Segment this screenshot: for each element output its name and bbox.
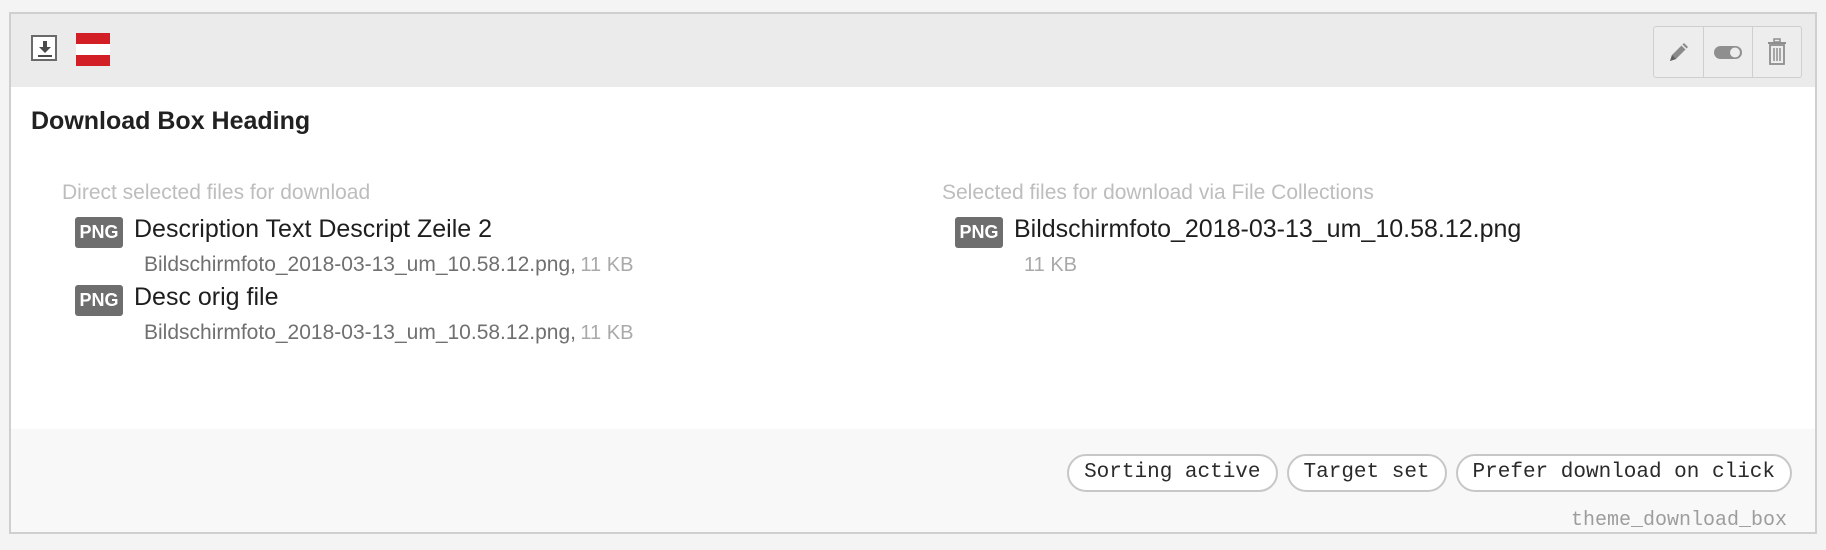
file-item[interactable]: PNG Desc orig file Bildschirmfoto_2018-0… bbox=[62, 281, 633, 357]
content-heading: Download Box Heading bbox=[31, 107, 311, 135]
pencil-icon bbox=[1669, 43, 1688, 61]
file-meta: Bildschirmfoto_2018-03-13_um_10.58.12.pn… bbox=[144, 321, 633, 347]
element-actions bbox=[1653, 26, 1802, 78]
tag-prefer-download: Prefer download on click bbox=[1455, 454, 1792, 492]
file-item[interactable]: PNG Bildschirmfoto_2018-03-13_um_10.58.1… bbox=[942, 213, 1521, 289]
collection-files-title: Selected files for download via File Col… bbox=[942, 181, 1374, 204]
tag-target-set: Target set bbox=[1286, 454, 1447, 492]
austria-flag-icon bbox=[76, 33, 110, 66]
file-meta: Bildschirmfoto_2018-03-13_um_10.58.12.pn… bbox=[144, 253, 633, 279]
tag-sorting-active: Sorting active bbox=[1067, 454, 1278, 492]
content-type-label: theme_download_box bbox=[1570, 509, 1787, 532]
file-title: Description Text Descript Zeile 2 bbox=[134, 215, 493, 243]
content-element-panel: Download Box Heading Direct selected fil… bbox=[9, 12, 1817, 534]
file-name: Bildschirmfoto_2018-03-13_um_10.58.12.pn… bbox=[144, 321, 576, 344]
file-item[interactable]: PNG Description Text Descript Zeile 2 Bi… bbox=[62, 213, 633, 289]
toggle-visibility-button[interactable] bbox=[1703, 27, 1752, 77]
file-size: 11 KB bbox=[580, 254, 634, 276]
file-size: 11 KB bbox=[580, 322, 634, 344]
edit-button[interactable] bbox=[1654, 27, 1703, 77]
file-title: Bildschirmfoto_2018-03-13_um_10.58.12.pn… bbox=[1014, 215, 1522, 243]
panel-header bbox=[11, 14, 1815, 87]
direct-files-title: Direct selected files for download bbox=[62, 181, 371, 204]
setting-tags: Sorting active Target set Prefer downloa… bbox=[1067, 454, 1792, 492]
file-type-badge: PNG bbox=[955, 217, 1003, 248]
delete-button[interactable] bbox=[1752, 27, 1801, 77]
toggle-icon bbox=[1714, 46, 1742, 59]
file-title: Desc orig file bbox=[134, 283, 279, 311]
trash-icon bbox=[1768, 38, 1786, 65]
collection-files-column: Selected files for download via File Col… bbox=[942, 181, 1521, 289]
file-type-badge: PNG bbox=[75, 285, 123, 316]
direct-files-column: Direct selected files for download PNG D… bbox=[62, 181, 633, 357]
file-type-badge: PNG bbox=[75, 217, 123, 248]
file-name: Bildschirmfoto_2018-03-13_um_10.58.12.pn… bbox=[144, 253, 576, 276]
file-meta: 11 KB bbox=[1024, 253, 1077, 279]
panel-footer: Sorting active Target set Prefer downloa… bbox=[11, 429, 1815, 532]
download-box-icon bbox=[31, 35, 57, 61]
file-size: 11 KB bbox=[1024, 254, 1077, 276]
